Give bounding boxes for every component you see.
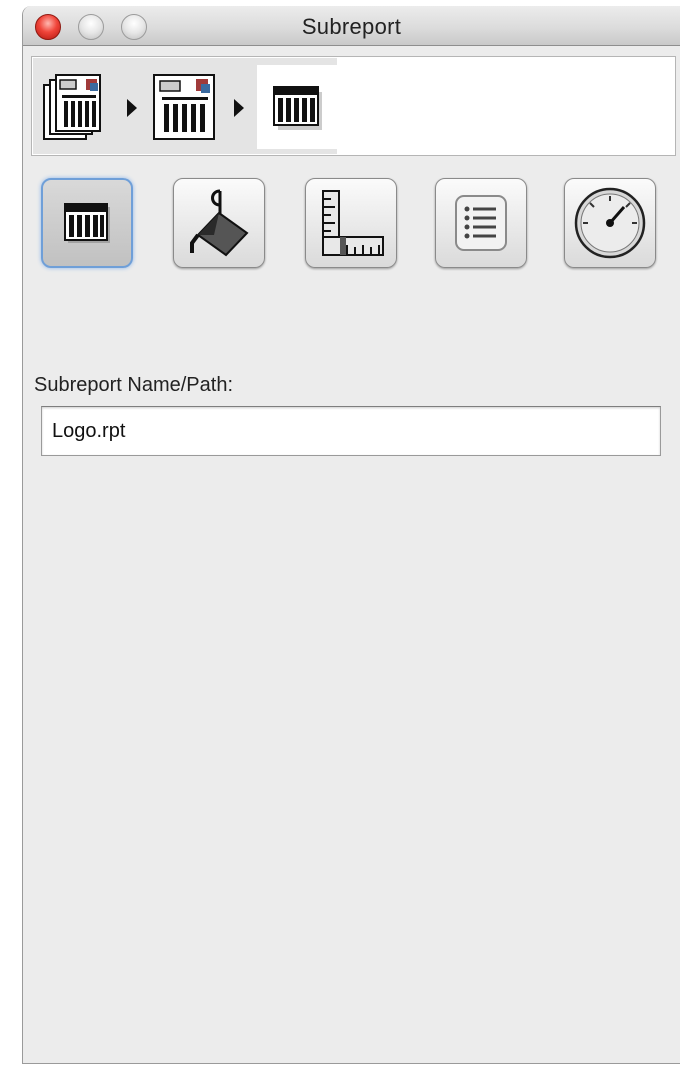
ruler-icon bbox=[322, 190, 384, 256]
report-page-icon bbox=[153, 74, 215, 140]
gauge-tab-button[interactable] bbox=[564, 178, 656, 268]
breadcrumb-separator-icon bbox=[127, 99, 137, 117]
gauge-icon bbox=[574, 187, 646, 259]
fill-style-tab-button[interactable] bbox=[173, 178, 265, 268]
subreport-table-icon bbox=[273, 86, 322, 130]
subreport-tab-button[interactable] bbox=[41, 178, 133, 268]
paint-bucket-icon bbox=[190, 189, 249, 257]
subreport-name-input[interactable] bbox=[41, 406, 661, 456]
subreport-table-icon bbox=[64, 203, 110, 243]
report-pages-stack-icon bbox=[43, 74, 101, 140]
subreport-window: Subreport Subreport Name/Path: Logo.rpt bbox=[22, 6, 680, 1064]
window-title: Subreport bbox=[301, 14, 402, 39]
breadcrumb-item-subreport[interactable] bbox=[257, 65, 337, 149]
title-bar[interactable]: Subreport bbox=[23, 6, 680, 46]
breadcrumb-item-report-stack[interactable] bbox=[42, 71, 114, 148]
breadcrumb-separator-icon bbox=[234, 99, 244, 117]
breadcrumb bbox=[31, 56, 676, 156]
size-position-tab-button[interactable] bbox=[305, 178, 397, 268]
subreport-name-label: Subreport Name/Path: bbox=[34, 374, 233, 396]
list-icon bbox=[455, 195, 507, 251]
breadcrumb-item-report[interactable] bbox=[150, 71, 220, 148]
list-tab-button[interactable] bbox=[435, 178, 527, 268]
